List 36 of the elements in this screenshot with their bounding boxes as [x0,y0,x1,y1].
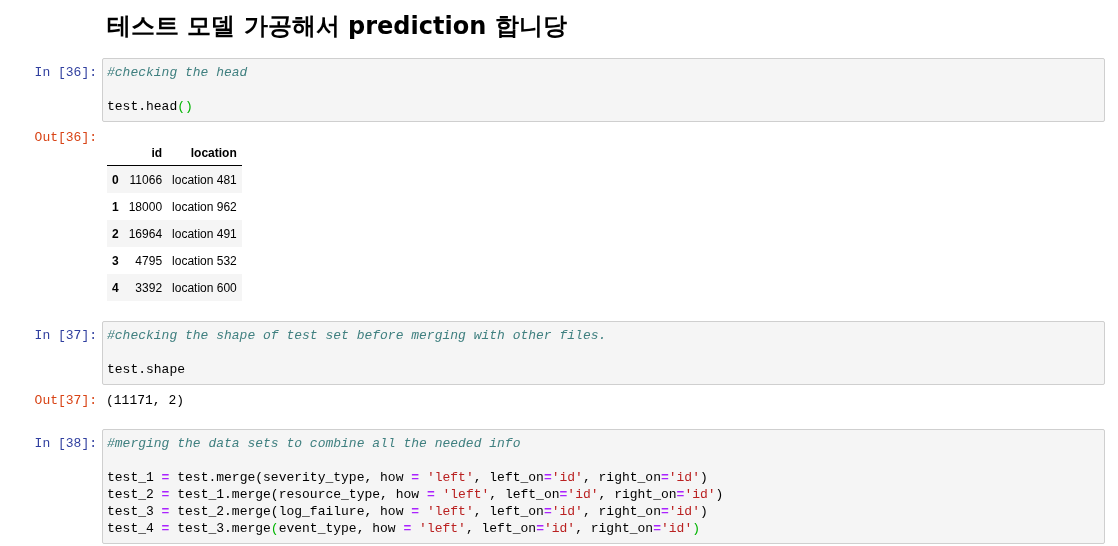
code-comment: #checking the head [107,64,249,81]
table-cell: 18000 [123,193,168,220]
row-index: 1 [107,193,124,220]
column-header: id [123,141,168,166]
cell-prompt: In [38]: [34,435,97,452]
output-text: (11171, 2) [105,392,184,409]
table-cell: location 491 [167,220,242,247]
code-line: test_2 = test_1.merge(resource_type, how = 'left', left_on='id', right_on='id') [107,486,725,503]
code-comment: #checking the shape of test set before merging with other files. [107,327,608,344]
cell-prompt: Out[36]: [34,129,97,146]
code-cell-input[interactable] [102,429,1105,544]
table-cell: 4795 [123,247,168,274]
code-line: test_3 = test_2.merge(log_failure, how = 'left', left_on='id', right_on='id') [107,503,709,520]
code-line: test_1 = test.merge(severity_type, how = 'left', left_on='id', right_on='id') [107,469,709,486]
code-line: test.shape [107,361,186,378]
row-index: 3 [107,247,124,274]
code-line: test.head() [107,98,194,115]
notebook-heading: 테스트 모델 가공해서 prediction 합니당 [107,11,568,42]
code-line: test_4 = test_3.merge(event_type, how = 'left', left_on='id', right_on='id') [107,520,701,537]
cell-prompt: Out[37]: [34,392,97,409]
table-cell: location 481 [167,165,242,193]
code-cell-input[interactable]: #checking the shape of test set before merging with other files. test.shape [102,321,1105,385]
cell-prompt: In [37]: [34,327,97,344]
table-cell: 3392 [123,274,168,301]
code-cell-input[interactable]: #checking the head test.head() [102,58,1105,122]
table-cell: 11066 [123,165,168,193]
table-cell: location 532 [167,247,242,274]
row-index: 0 [107,165,124,193]
row-index: 4 [107,274,124,301]
table-cell: location 600 [167,274,242,301]
table-cell: 16964 [123,220,168,247]
column-header: location [167,141,242,166]
table-cell: location 962 [167,193,242,220]
cell-prompt: In [36]: [34,64,97,81]
code-comment: #merging the data sets to combine all the needed info [107,435,522,452]
row-index: 2 [107,220,124,247]
